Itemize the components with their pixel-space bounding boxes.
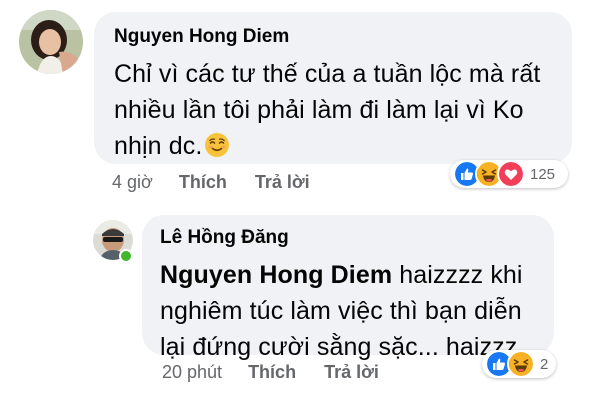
reaction-summary[interactable]: 2 bbox=[482, 350, 556, 378]
love-reaction-icon bbox=[497, 160, 525, 188]
reaction-count: 125 bbox=[530, 165, 556, 183]
online-status-dot bbox=[119, 249, 133, 263]
comment-author[interactable]: Lê Hồng Đăng bbox=[160, 227, 538, 249]
reply-button[interactable]: Trả lời bbox=[324, 362, 379, 383]
comment-text: Nguyen Hong Diem haizzzz khi nghiêm túc … bbox=[160, 257, 538, 365]
reaction-count: 2 bbox=[540, 355, 549, 373]
reply-button[interactable]: Trả lời bbox=[255, 172, 310, 193]
reaction-summary[interactable]: 125 bbox=[450, 160, 568, 188]
relieved-face-icon bbox=[204, 132, 230, 168]
comment-actions: 4 giờ Thích Trả lời bbox=[112, 172, 310, 193]
comment-text-line: nghiêm túc làm việc thì bạn diễn bbox=[160, 297, 522, 325]
comment-bubble: Nguyen Hong Diem Chỉ vì các tư thế của a… bbox=[94, 12, 572, 164]
comment-text-line: Chỉ vì các tư thế của a tuần lộc mà rất bbox=[114, 60, 541, 88]
comment-actions: 20 phút Thích Trả lời bbox=[162, 362, 379, 383]
mention-link[interactable]: Nguyen Hong Diem bbox=[160, 261, 392, 289]
comment-timestamp[interactable]: 20 phút bbox=[162, 362, 222, 383]
like-button[interactable]: Thích bbox=[179, 172, 227, 193]
comment-text-line: nhiều lần tôi phải làm đi làm lại vì Ko bbox=[114, 96, 524, 124]
haha-reaction-icon bbox=[507, 350, 535, 378]
like-button[interactable]: Thích bbox=[248, 362, 296, 383]
comment-text-line: Nguyen Hong Diem haizzzz khi bbox=[160, 261, 523, 289]
comment-bubble: Lê Hồng Đăng Nguyen Hong Diem haizzzz kh… bbox=[142, 215, 554, 361]
comment-thread: Nguyen Hong Diem Chỉ vì các tư thế của a… bbox=[0, 0, 600, 400]
comment-text-line: lại đứng cười sằng sặc... haizzz bbox=[160, 333, 518, 361]
comment-author[interactable]: Nguyen Hong Diem bbox=[114, 26, 554, 48]
comment-timestamp[interactable]: 4 giờ bbox=[112, 172, 153, 193]
avatar[interactable] bbox=[19, 10, 83, 74]
comment-text: Chỉ vì các tư thế của a tuần lộc mà rất … bbox=[114, 56, 554, 168]
